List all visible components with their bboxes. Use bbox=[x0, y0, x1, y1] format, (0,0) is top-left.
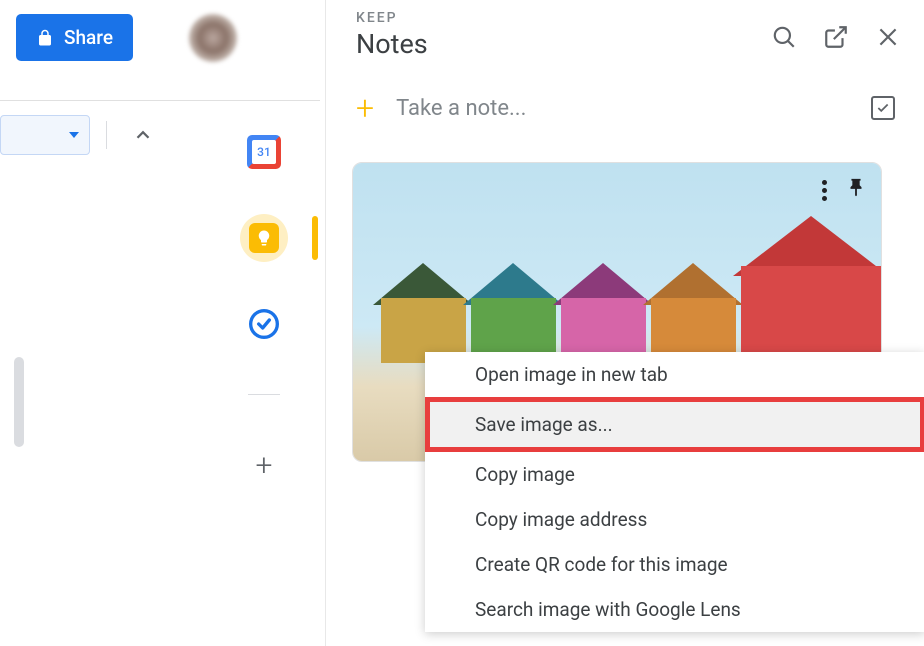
plus-icon: + bbox=[356, 92, 374, 124]
avatar[interactable] bbox=[189, 14, 237, 62]
lock-icon bbox=[36, 29, 54, 47]
panel-brand: KEEP bbox=[356, 10, 428, 26]
plus-icon: + bbox=[256, 448, 273, 483]
collapse-up-button[interactable] bbox=[123, 115, 163, 155]
vertical-separator bbox=[106, 121, 107, 149]
menu-item-copy-image[interactable]: Copy image bbox=[425, 452, 924, 497]
open-external-icon[interactable] bbox=[823, 24, 849, 50]
calendar-icon bbox=[247, 135, 281, 169]
search-icon[interactable] bbox=[771, 24, 797, 50]
side-rail: + bbox=[210, 108, 318, 489]
note-placeholder: Take a note... bbox=[396, 96, 849, 121]
share-label: Share bbox=[64, 26, 113, 49]
add-app-button[interactable]: + bbox=[240, 441, 288, 489]
new-list-button[interactable] bbox=[871, 96, 895, 120]
menu-item-search-lens[interactable]: Search image with Google Lens bbox=[425, 587, 924, 632]
pin-button[interactable] bbox=[845, 177, 867, 203]
close-icon[interactable] bbox=[875, 24, 901, 50]
keep-app-button[interactable] bbox=[240, 214, 288, 262]
chevron-up-icon bbox=[132, 124, 154, 146]
menu-item-copy-image-address[interactable]: Copy image address bbox=[425, 497, 924, 542]
pin-icon bbox=[845, 177, 867, 199]
rail-divider bbox=[248, 394, 280, 395]
menu-item-create-qr[interactable]: Create QR code for this image bbox=[425, 542, 924, 587]
take-note-input[interactable]: + Take a note... bbox=[326, 76, 924, 140]
tasks-icon bbox=[248, 308, 280, 340]
panel-title: Notes bbox=[356, 28, 428, 60]
tasks-app-button[interactable] bbox=[240, 300, 288, 348]
share-button[interactable]: Share bbox=[16, 14, 133, 61]
menu-item-save-image-as[interactable]: Save image as... bbox=[425, 397, 924, 452]
chevron-down-icon bbox=[69, 132, 79, 138]
dropdown-selector[interactable] bbox=[0, 115, 90, 155]
calendar-app-button[interactable] bbox=[240, 128, 288, 176]
keep-icon bbox=[249, 223, 279, 253]
toolbar-divider bbox=[0, 100, 320, 101]
checkbox-icon bbox=[876, 101, 890, 115]
scrollbar[interactable] bbox=[14, 357, 24, 447]
context-menu: Open image in new tab Save image as... C… bbox=[425, 352, 924, 632]
menu-item-open-new-tab[interactable]: Open image in new tab bbox=[425, 352, 924, 397]
more-options-button[interactable] bbox=[822, 180, 827, 201]
